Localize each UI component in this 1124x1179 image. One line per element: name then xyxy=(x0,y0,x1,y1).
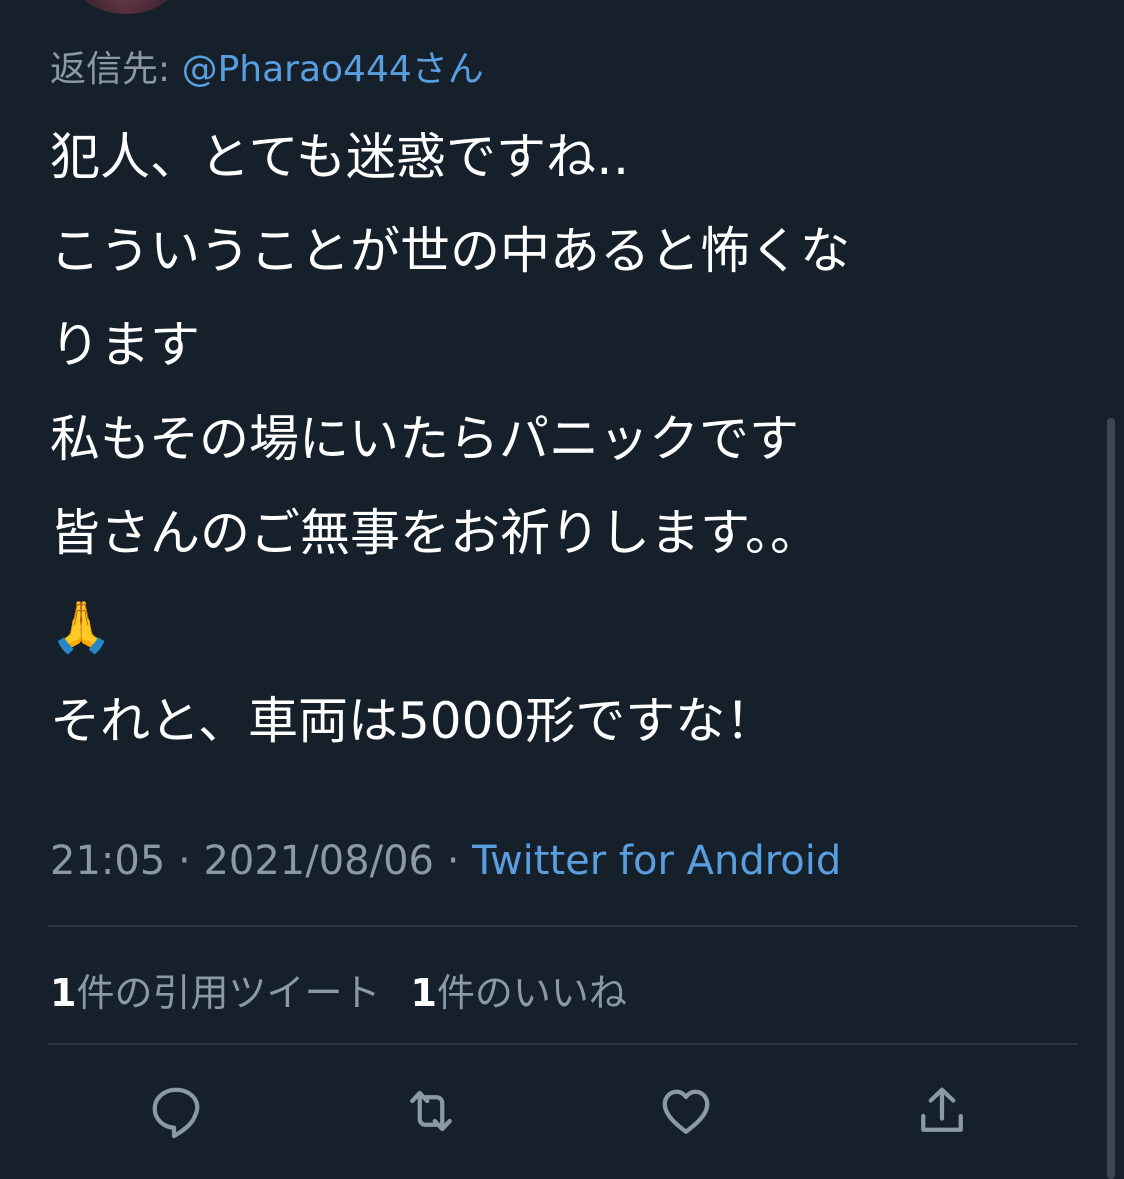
reply-to-prefix: 返信先: xyxy=(50,49,182,90)
reply-icon xyxy=(152,1087,200,1139)
like-icon xyxy=(662,1089,710,1134)
retweet-button[interactable] xyxy=(396,1076,466,1146)
tweet-line: ります xyxy=(50,316,200,374)
avatar[interactable] xyxy=(72,0,180,14)
tweet-line: 犯人、とても迷惑ですね‥ xyxy=(50,128,630,186)
tweet-source-link[interactable]: Twitter for Android xyxy=(472,838,841,884)
likes-stat[interactable]: 1件のいいね xyxy=(410,971,626,1015)
tweet-date: 2021/08/06 xyxy=(203,838,434,884)
share-button[interactable] xyxy=(907,1076,977,1146)
quote-tweets-stat[interactable]: 1件の引用ツイート xyxy=(50,971,380,1015)
tweet-line: 皆さんのご無事をお祈りします。。 xyxy=(50,504,820,562)
quote-tweets-count: 1 xyxy=(50,971,77,1015)
tweet-line: 私もその場にいたらパニックです xyxy=(50,410,799,468)
meta-separator: · xyxy=(165,838,204,884)
likes-label: 件のいいね xyxy=(436,971,627,1015)
divider xyxy=(48,925,1078,927)
tweet-meta: 21:05 · 2021/08/06 · Twitter for Android xyxy=(50,838,841,884)
like-button[interactable] xyxy=(651,1076,721,1146)
reply-to: 返信先: @Pharao444さん xyxy=(50,40,484,92)
reply-button[interactable] xyxy=(141,1076,211,1146)
tweet-time: 21:05 xyxy=(50,838,166,884)
share-icon xyxy=(921,1087,963,1132)
meta-separator: · xyxy=(433,838,473,884)
likes-count: 1 xyxy=(410,971,437,1015)
retweet-icon xyxy=(410,1090,452,1132)
action-bar xyxy=(0,1076,1124,1146)
quote-tweets-label: 件の引用ツイート xyxy=(76,971,381,1015)
tweet-text: 犯人、とても迷惑ですね‥ こういうことが世の中あると怖くな ります 私もその場に… xyxy=(50,110,1070,768)
tweet-line: こういうことが世の中あると怖くな xyxy=(50,222,850,280)
tweet-stats: 1件の引用ツイート 1件のいいね xyxy=(50,962,657,1017)
divider xyxy=(48,1043,1078,1045)
reply-to-handle-link[interactable]: @Pharao444さん xyxy=(182,49,484,90)
scrollbar[interactable] xyxy=(1107,418,1115,1179)
tweet-line: それと、車両は5000形ですな！ xyxy=(50,692,776,750)
tweet-emoji-line: 🙏 xyxy=(50,598,113,656)
